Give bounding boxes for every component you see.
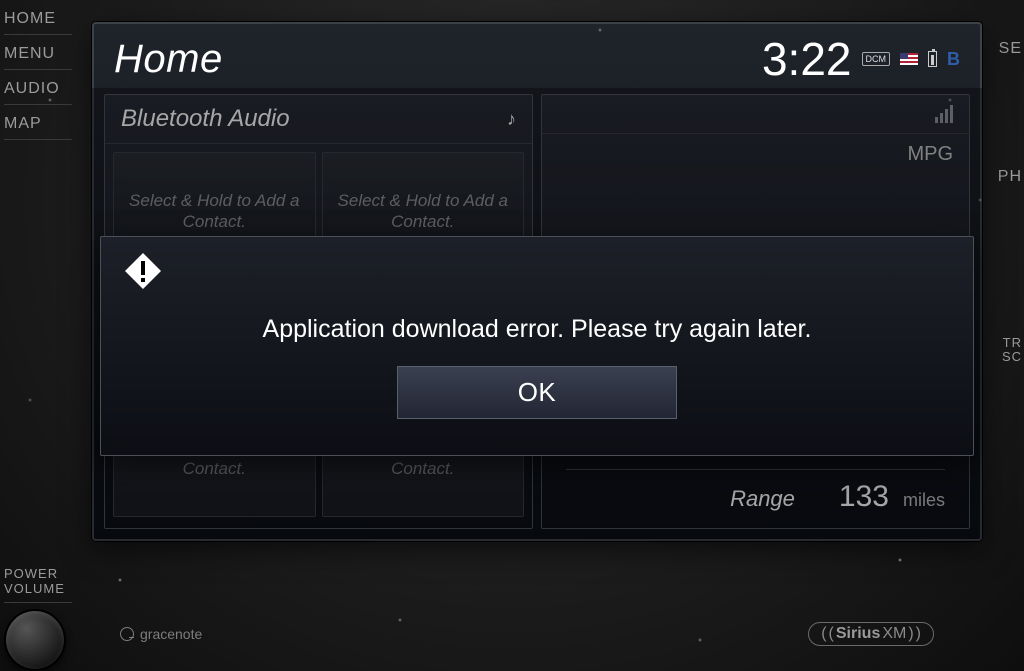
hard-btn-home[interactable]: HOME: [4, 0, 72, 35]
dashboard-bezel: HOME MENU AUDIO MAP POWERVOLUME SE PH TR…: [0, 0, 1024, 671]
gracenote-g-icon: [120, 627, 134, 641]
sirius-text: Sirius: [836, 625, 880, 643]
ok-button[interactable]: OK: [397, 366, 677, 419]
hard-btn-track[interactable]: TRSC: [1000, 326, 1024, 375]
wave-left-icon: [821, 625, 826, 643]
error-message: Application download error. Please try a…: [253, 291, 822, 366]
wave-right-icon: [908, 625, 913, 643]
xm-text: XM: [882, 625, 906, 643]
wave-right-icon: [916, 625, 921, 643]
hard-btn-phone[interactable]: PH: [996, 158, 1024, 196]
bluetooth-icon: B: [947, 49, 960, 70]
flag-icon: [900, 53, 918, 65]
hard-btn-menu[interactable]: MENU: [4, 35, 72, 70]
status-bar: Home 3:22 DCM B: [92, 22, 982, 88]
bezel-logo-row: gracenote SiriusXM: [0, 619, 1024, 649]
battery-icon: [928, 51, 937, 67]
clock: 3:22: [762, 32, 852, 86]
warning-icon: [123, 251, 163, 291]
gracenote-logo: gracenote: [120, 626, 202, 642]
infotainment-screen: Home 3:22 DCM B Bluetooth Audio ♪ Select…: [92, 22, 982, 541]
right-hard-buttons: SE PH TRSC: [1002, 0, 1024, 671]
error-dialog: Application download error. Please try a…: [100, 236, 974, 456]
siriusxm-logo: SiriusXM: [808, 622, 934, 646]
power-volume-label: POWERVOLUME: [4, 557, 72, 603]
dcm-indicator: DCM: [862, 52, 891, 66]
left-hard-buttons: HOME MENU AUDIO MAP POWERVOLUME: [4, 0, 72, 671]
hard-btn-seek[interactable]: SE: [997, 30, 1024, 68]
hard-btn-audio[interactable]: AUDIO: [4, 70, 72, 105]
wave-left-icon: [829, 625, 834, 643]
page-title: Home: [114, 37, 752, 82]
gracenote-text: gracenote: [140, 626, 202, 642]
hard-btn-map[interactable]: MAP: [4, 105, 72, 140]
